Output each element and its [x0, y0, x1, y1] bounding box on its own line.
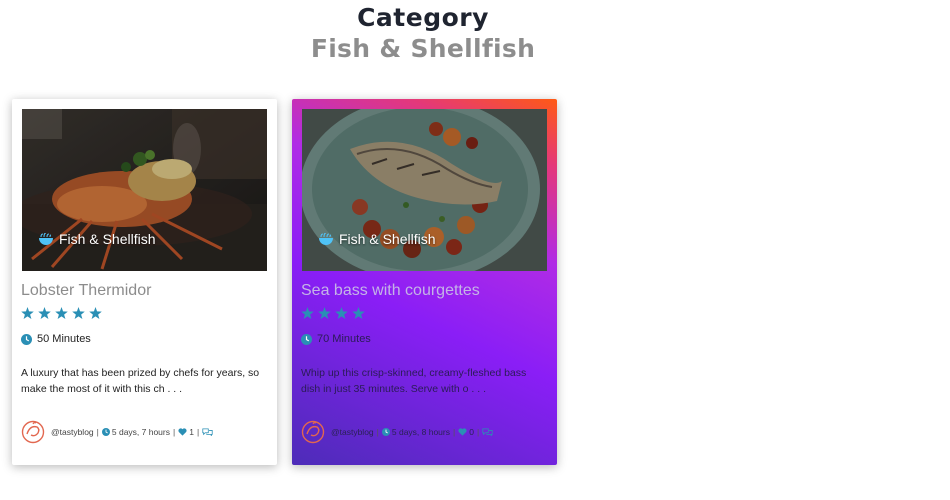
star-icon [21, 307, 34, 319]
separator: | [476, 427, 480, 437]
author-link[interactable]: @tastyblog [51, 427, 94, 437]
clock-icon [381, 428, 390, 436]
separator: | [173, 427, 176, 437]
category-label-text: Fish & Shellfish [339, 231, 436, 247]
recipe-card-lobster[interactable]: Fish & Shellfish Lobster Thermidor 50 Mi… [12, 99, 277, 465]
star-icon [89, 307, 102, 319]
star-icon [352, 307, 365, 319]
category-label-text: Fish & Shellfish [59, 231, 156, 247]
category-label[interactable]: Fish & Shellfish [318, 231, 435, 247]
rating-stars [301, 307, 365, 319]
like-count: 1 [189, 427, 194, 437]
cooking-time-text: 50 Minutes [37, 333, 91, 345]
recipe-photo[interactable]: Fish & Shellfish [22, 109, 267, 271]
comment-icon[interactable] [482, 428, 493, 436]
recipe-title[interactable]: Sea bass with courgettes [301, 282, 480, 300]
recipe-card-sea-bass[interactable]: Fish & Shellfish Sea bass with courgette… [292, 99, 557, 465]
avatar-logo[interactable] [21, 420, 45, 444]
recipe-photo[interactable]: Fish & Shellfish [302, 109, 547, 271]
separator: | [376, 427, 379, 437]
fish-bowl-icon [319, 233, 333, 245]
star-icon [38, 307, 51, 319]
separator: | [96, 427, 99, 437]
rating-stars [21, 307, 102, 319]
card-footer: @tastyblog | 5 days, 7 hours | 1 | [21, 420, 213, 444]
category-label[interactable]: Fish & Shellfish [38, 231, 155, 247]
heart-icon[interactable] [458, 428, 467, 436]
recipe-description: Whip up this crisp-skinned, creamy-flesh… [301, 367, 527, 395]
cooking-time-text: 70 Minutes [317, 333, 371, 345]
like-count: 0 [469, 427, 474, 437]
star-icon [318, 307, 331, 319]
clock-icon [301, 333, 312, 345]
page-title: Category [357, 3, 489, 32]
clock-icon [101, 428, 110, 436]
card-footer: @tastyblog | 5 days, 8 hours | 0 | [301, 420, 493, 444]
cooking-time: 50 Minutes [21, 333, 91, 345]
clock-icon [21, 333, 32, 345]
page-header: Category Fish & Shellfish [0, 2, 846, 64]
post-age: 5 days, 7 hours [111, 427, 170, 437]
star-icon [72, 307, 85, 319]
category-name: Fish & Shellfish [310, 34, 536, 63]
post-age: 5 days, 8 hours [391, 427, 450, 437]
author-link[interactable]: @tastyblog [331, 427, 374, 437]
comment-icon[interactable] [202, 428, 213, 436]
separator: | [453, 427, 456, 437]
star-icon [301, 307, 314, 319]
cooking-time: 70 Minutes [301, 333, 371, 345]
avatar-logo[interactable] [301, 420, 325, 444]
star-icon [335, 307, 348, 319]
recipe-description: A luxury that has been prized by chefs f… [21, 367, 260, 395]
heart-icon[interactable] [178, 428, 187, 436]
star-icon [55, 307, 68, 319]
fish-bowl-icon [39, 233, 53, 245]
separator: | [196, 427, 200, 437]
recipe-title[interactable]: Lobster Thermidor [21, 282, 151, 300]
